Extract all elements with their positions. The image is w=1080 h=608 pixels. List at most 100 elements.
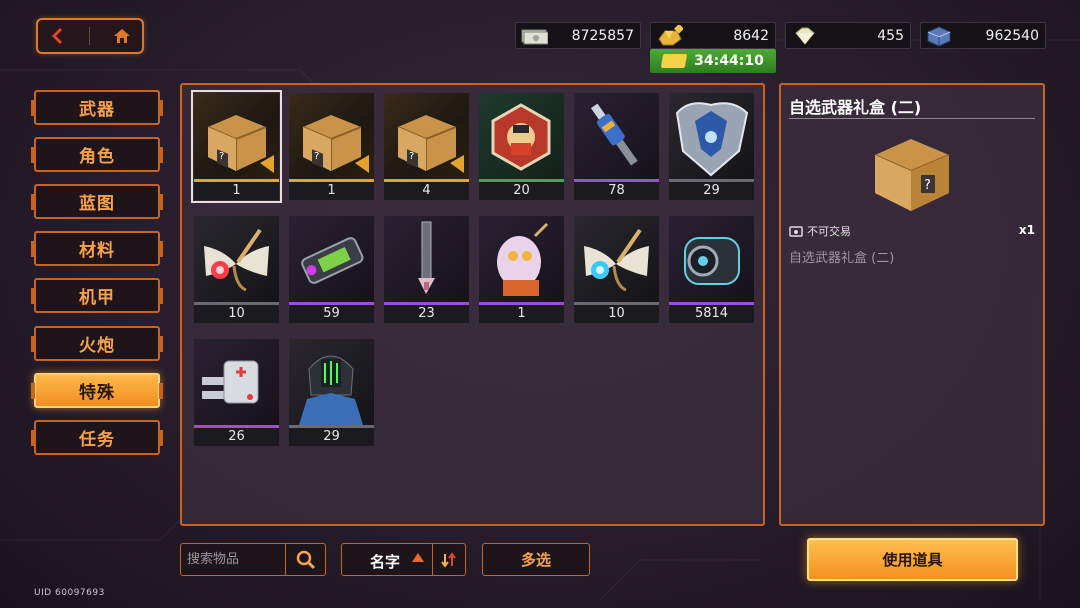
hex-badge-icon [479, 93, 564, 181]
mystery-box-icon: ? [384, 93, 469, 181]
tab-label: 火炮 [79, 336, 115, 356]
item-count: 78 [574, 182, 659, 200]
diamond-value: 455 [877, 28, 904, 44]
inventory-slot[interactable]: 20 [479, 93, 564, 200]
ticket-icon [660, 54, 688, 68]
gold-bars-icon [658, 25, 683, 46]
item-count: 5814 [669, 305, 754, 323]
diamond-icon [795, 27, 815, 45]
svg-text:?: ? [924, 178, 931, 193]
item-count: 59 [289, 305, 374, 323]
currency-cube[interactable]: 962540 [920, 22, 1046, 49]
untradeable-tag: 不可交易 [789, 223, 851, 239]
search-input[interactable] [181, 544, 285, 575]
multi-select-label: 多选 [520, 551, 551, 569]
robot-pilot-icon [289, 339, 374, 427]
tab-special[interactable]: 特殊 [31, 373, 163, 408]
tab-mechs[interactable]: 机甲 [31, 278, 163, 313]
item-detail-panel: 自选武器礼盒 (二) ? 不可交易 x1 自选武器礼盒 (二) [779, 83, 1045, 526]
home-button[interactable] [113, 28, 131, 44]
timer-value: 34:44:10 [694, 53, 764, 69]
tab-label: 特殊 [79, 383, 115, 403]
item-count: 10 [574, 305, 659, 323]
item-count: 1 [479, 305, 564, 323]
mech-insect-icon [574, 216, 659, 304]
inventory-slot[interactable]: ? 1 [289, 93, 374, 200]
inventory-slot[interactable]: 29 [669, 93, 754, 200]
sort-ascending-icon [412, 553, 424, 562]
tab-label: 任务 [79, 430, 115, 450]
tab-weapons[interactable]: 武器 [31, 90, 163, 125]
item-count: 26 [194, 428, 279, 446]
mystery-box-icon: ? [289, 93, 374, 181]
search-box [180, 543, 326, 576]
selected-item-image: ? [874, 139, 950, 211]
inventory-slot[interactable]: 5814 [669, 216, 754, 323]
currency-gold[interactable]: 8642 [650, 22, 776, 49]
search-button[interactable] [285, 544, 325, 575]
inventory-slot[interactable]: 1 [479, 216, 564, 323]
tab-cannons[interactable]: 火炮 [31, 326, 163, 361]
tab-materials[interactable]: 材料 [31, 231, 163, 266]
item-count: 20 [479, 182, 564, 200]
sort-by-button[interactable]: 名字 [370, 551, 400, 572]
tab-label: 角色 [79, 147, 115, 167]
fuel-canister-icon [669, 216, 754, 304]
inventory-slot[interactable]: ? 4 [384, 93, 469, 200]
inventory-slot[interactable]: 26 [194, 339, 279, 446]
dagger-icon [384, 216, 469, 304]
multi-select-button[interactable]: 多选 [482, 543, 590, 576]
tab-label: 武器 [79, 100, 115, 120]
tab-blueprints[interactable]: 蓝图 [31, 184, 163, 219]
item-count: 1 [194, 182, 279, 200]
robot-head-icon [479, 216, 564, 304]
item-count: 23 [384, 305, 469, 323]
event-timer: 34:44:10 [650, 49, 776, 73]
cube-value: 962540 [985, 28, 1039, 44]
sort-toggle-icon [441, 551, 456, 568]
use-item-button[interactable]: 使用道具 [807, 538, 1018, 581]
item-quantity: x1 [1018, 223, 1035, 237]
item-count: 1 [289, 182, 374, 200]
tab-missions[interactable]: 任务 [31, 420, 163, 455]
tab-label: 蓝图 [79, 194, 115, 214]
battery-cell-icon [289, 216, 374, 304]
item-title: 自选武器礼盒 (二) [789, 98, 922, 117]
inventory-slot[interactable]: 59 [289, 216, 374, 323]
inventory-slot[interactable]: ? 1 [191, 90, 282, 203]
svg-text:?: ? [314, 151, 319, 162]
inventory-slot[interactable]: 23 [384, 216, 469, 323]
search-icon [296, 550, 315, 569]
tab-characters[interactable]: 角色 [31, 137, 163, 172]
cash-icon [521, 29, 548, 45]
gold-value: 8642 [733, 28, 769, 44]
lock-icon [789, 225, 803, 237]
cash-value: 8725857 [571, 28, 634, 44]
currency-cash[interactable]: 8725857 [515, 22, 641, 49]
nav-divider [88, 27, 90, 45]
home-icon [113, 29, 130, 43]
sort-direction-button[interactable] [432, 544, 465, 575]
medkit-icon [194, 339, 279, 427]
inventory-slot[interactable]: 29 [289, 339, 374, 446]
currency-diamond[interactable]: 455 [785, 22, 911, 49]
untradeable-label: 不可交易 [807, 225, 851, 238]
use-item-label: 使用道具 [882, 551, 943, 569]
back-button[interactable] [50, 27, 66, 45]
sort-control: 名字 [341, 543, 466, 576]
spark-plug-icon [574, 93, 659, 181]
mech-insect-icon [194, 216, 279, 304]
inventory-slot[interactable]: 10 [194, 216, 279, 323]
item-description: 自选武器礼盒 (二) [789, 251, 895, 266]
item-count: 29 [669, 182, 754, 200]
svg-text:?: ? [409, 151, 414, 162]
tab-label: 机甲 [79, 288, 115, 308]
top-nav [36, 18, 144, 54]
mystery-box-icon: ? [194, 93, 279, 181]
inventory-slot[interactable]: 78 [574, 93, 659, 200]
inventory-panel: ? 1 ? 1 ? 4 20 78 29 10 59 23 1 10 5814 … [180, 83, 765, 526]
inventory-slot[interactable]: 10 [574, 216, 659, 323]
user-id: UID 60097693 [34, 588, 105, 598]
mech-armor-icon [669, 93, 754, 181]
blue-cube-icon [927, 26, 951, 47]
